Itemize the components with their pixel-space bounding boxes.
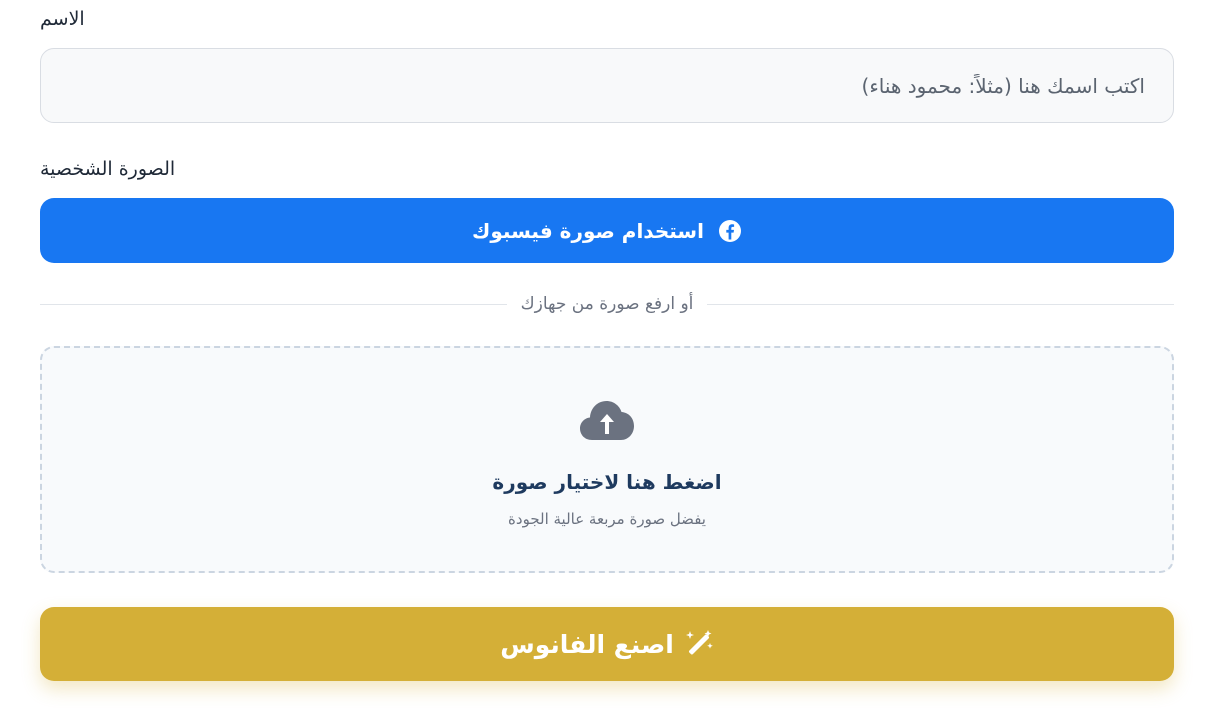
divider-text: أو ارفع صورة من جهازك — [520, 294, 694, 314]
facebook-button-label: استخدام صورة فيسبوك — [472, 218, 704, 243]
use-facebook-photo-button[interactable]: استخدام صورة فيسبوك — [40, 198, 1174, 263]
profile-photo-label: الصورة الشخصية — [40, 158, 176, 180]
facebook-icon — [718, 219, 742, 243]
upload-title: اضغط هنا لاختيار صورة — [492, 470, 722, 494]
divider-line-right — [707, 303, 1174, 305]
upload-dropzone[interactable]: اضغط هنا لاختيار صورة يفضل صورة مربعة عا… — [40, 346, 1174, 573]
cloud-upload-icon — [578, 398, 636, 442]
make-lantern-button[interactable]: اصنع الفانوس — [40, 607, 1174, 681]
name-input[interactable] — [40, 48, 1174, 123]
divider-line-left — [40, 303, 507, 305]
make-lantern-label: اصنع الفانوس — [500, 629, 674, 659]
upload-subtitle: يفضل صورة مربعة عالية الجودة — [508, 510, 706, 528]
name-label: الاسم — [40, 8, 85, 30]
or-divider: أو ارفع صورة من جهازك — [40, 290, 1174, 318]
magic-wand-icon — [684, 629, 714, 659]
